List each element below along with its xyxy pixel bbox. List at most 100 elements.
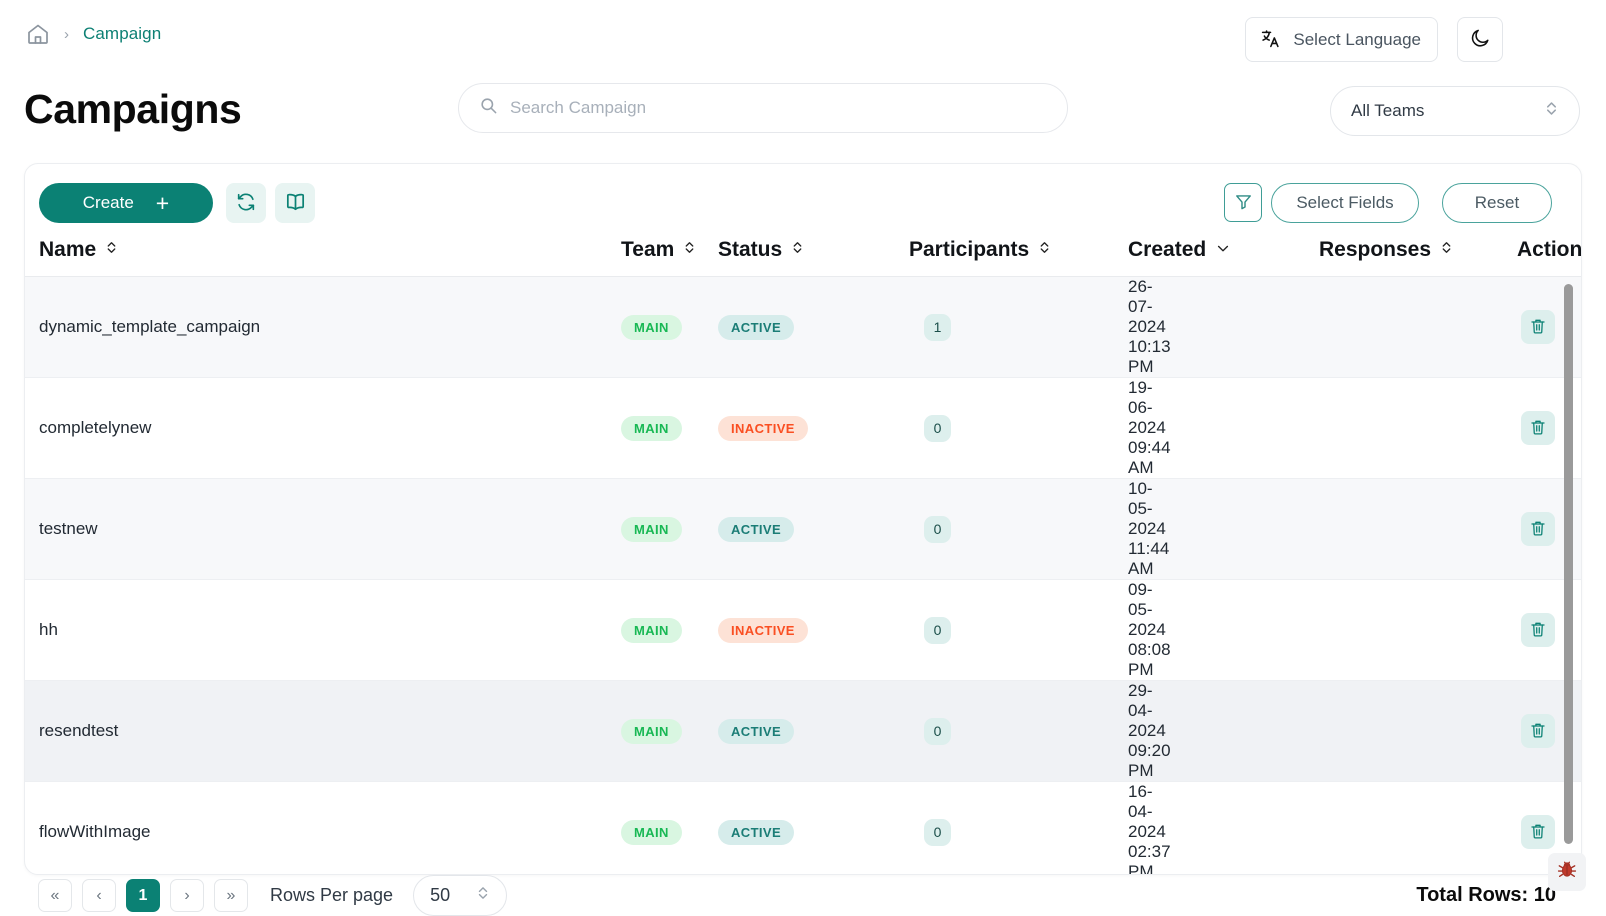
table-row[interactable]: completelynew MAIN INACTIVE 0 19-06-2024 09:… — [25, 377, 1581, 479]
table-row[interactable]: dynamic_template_campaign MAIN ACTIVE 1 26-0… — [25, 276, 1581, 378]
moon-icon — [1469, 27, 1491, 52]
cell-team: MAIN — [325, 781, 682, 874]
rows-per-page-select[interactable]: 50 — [413, 875, 508, 916]
delete-row-button[interactable] — [1521, 512, 1555, 546]
trash-icon — [1529, 317, 1547, 338]
team-badge: MAIN — [621, 617, 682, 643]
create-button[interactable]: Create + — [39, 183, 213, 223]
campaigns-table-area: Name Team Status Participants Created Re… — [25, 238, 1581, 874]
page-1-button[interactable]: 1 — [126, 879, 160, 912]
delete-row-button[interactable] — [1521, 815, 1555, 849]
campaign-name[interactable]: testnew — [39, 519, 98, 538]
first-page-button[interactable]: « — [38, 879, 72, 912]
cell-action — [1335, 781, 1581, 874]
create-button-label: Create — [82, 193, 134, 212]
sort-updown-icon[interactable] — [683, 238, 696, 262]
theme-toggle-button[interactable] — [1457, 17, 1503, 62]
cell-name: completelynew — [25, 377, 325, 479]
search-input[interactable] — [510, 98, 1047, 118]
breadcrumb-separator: › — [64, 25, 69, 43]
page-title: Campaigns — [24, 86, 242, 132]
select-language-button[interactable]: Select Language — [1245, 17, 1438, 62]
cell-team: MAIN — [325, 276, 682, 378]
teams-filter-select[interactable]: All Teams — [1330, 86, 1580, 136]
table-row[interactable]: resendtest MAIN ACTIVE 0 29-04-2024 09:20 PM — [25, 680, 1581, 782]
campaigns-card: Create + Select Fields Reset Name Team S… — [24, 163, 1582, 875]
filter-button[interactable] — [1224, 183, 1262, 222]
trash-icon — [1529, 620, 1547, 641]
campaign-name[interactable]: flowWithImage — [39, 822, 150, 841]
search-icon — [479, 96, 498, 120]
delete-row-button[interactable] — [1521, 714, 1555, 748]
select-fields-button[interactable]: Select Fields — [1271, 183, 1419, 223]
next-page-button[interactable]: › — [170, 879, 204, 912]
campaign-name[interactable]: hh — [39, 620, 58, 639]
table-row[interactable]: hh MAIN INACTIVE 0 09-05-2024 08:08 PM — [25, 579, 1581, 681]
refresh-button[interactable] — [226, 183, 266, 223]
sort-updown-icon[interactable] — [1440, 238, 1453, 262]
delete-row-button[interactable] — [1521, 613, 1555, 647]
column-header-responses-label: Responses — [1319, 238, 1432, 261]
campaign-name[interactable]: resendtest — [39, 721, 118, 740]
trash-icon — [1529, 822, 1547, 843]
table-header-row: Name Team Status Participants Created Re… — [25, 238, 1581, 277]
column-header-team-label: Team — [621, 238, 675, 261]
delete-row-button[interactable] — [1521, 411, 1555, 445]
status-badge: INACTIVE — [718, 617, 808, 643]
select-fields-label: Select Fields — [1296, 193, 1394, 212]
cell-created: 16-04-2024 02:37 PM — [935, 781, 1171, 874]
last-page-button[interactable]: » — [214, 879, 248, 912]
cell-created: 10-05-2024 11:44 AM — [935, 478, 1169, 580]
campaign-name[interactable]: completelynew — [39, 418, 151, 437]
cell-team: MAIN — [325, 579, 682, 681]
reset-label: Reset — [1474, 193, 1520, 212]
team-badge: MAIN — [621, 819, 682, 845]
column-header-team[interactable]: Team — [325, 238, 694, 277]
table-row[interactable]: testnew MAIN ACTIVE 0 10-05-2024 11:44 AM — [25, 478, 1581, 580]
participants-count: 0 — [924, 818, 951, 846]
cell-name: flowWithImage — [25, 781, 325, 874]
sort-updown-icon[interactable] — [105, 238, 118, 262]
table-vertical-scrollbar[interactable] — [1564, 284, 1573, 844]
trash-icon — [1529, 418, 1547, 439]
status-badge: ACTIVE — [718, 718, 795, 744]
book-icon — [284, 190, 307, 216]
sort-down-icon[interactable] — [1215, 238, 1231, 262]
chevron-updown-icon — [1544, 99, 1559, 123]
column-header-name[interactable]: Name — [25, 238, 325, 277]
previous-page-button[interactable]: ‹ — [82, 879, 116, 912]
campaign-name[interactable]: dynamic_template_campaign — [39, 317, 260, 336]
cell-created: 19-06-2024 09:44 AM — [935, 377, 1171, 479]
report-bug-button[interactable] — [1548, 853, 1586, 891]
delete-row-button[interactable] — [1521, 310, 1555, 344]
cell-team: MAIN — [325, 680, 682, 782]
team-badge: MAIN — [621, 415, 682, 441]
total-rows-label: Total Rows: 10 — [1416, 884, 1556, 906]
table-header: Name Team Status Participants Created Re… — [25, 238, 1581, 277]
cell-name: hh — [25, 579, 325, 681]
home-icon[interactable] — [26, 22, 50, 46]
team-badge: MAIN — [621, 718, 682, 744]
cell-action — [1335, 276, 1581, 378]
guide-button[interactable] — [275, 183, 315, 223]
sort-updown-icon[interactable] — [791, 238, 804, 262]
status-badge: ACTIVE — [718, 819, 795, 845]
search-campaign-box[interactable] — [458, 83, 1068, 133]
select-language-label: Select Language — [1293, 29, 1421, 49]
status-badge: INACTIVE — [718, 415, 808, 441]
table-footer: « ‹ 1 › » Rows Per page 50 Total Rows: 1… — [24, 875, 1582, 916]
table-body: dynamic_template_campaign MAIN ACTIVE 1 26-0… — [25, 276, 1581, 874]
chevron-updown-icon — [476, 884, 490, 907]
breadcrumb-item-campaign[interactable]: Campaign — [83, 24, 161, 44]
column-header-created-label: Created — [1128, 238, 1207, 261]
bug-icon — [1556, 858, 1578, 886]
status-badge: ACTIVE — [718, 314, 795, 340]
table-row[interactable]: flowWithImage MAIN ACTIVE 0 16-04-2024 02:37… — [25, 781, 1581, 874]
cell-team: MAIN — [325, 478, 682, 580]
sort-updown-icon[interactable] — [1038, 238, 1051, 262]
cell-team: MAIN — [325, 377, 682, 479]
reset-button[interactable]: Reset — [1442, 183, 1552, 223]
campaigns-table: Name Team Status Participants Created Re… — [25, 238, 1581, 874]
column-header-name-label: Name — [39, 238, 97, 261]
cell-created: 26-07-2024 10:13 PM — [935, 276, 1171, 378]
